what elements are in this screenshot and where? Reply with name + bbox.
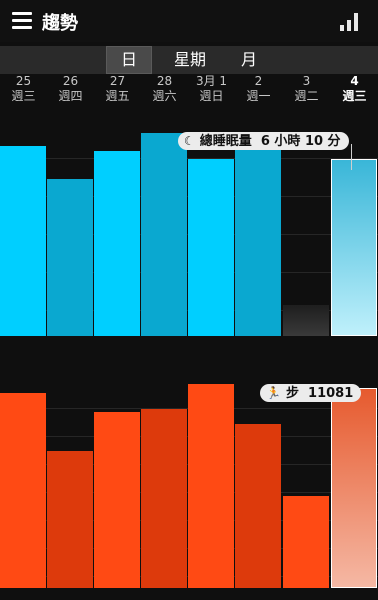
day-weekday: 週一 bbox=[246, 89, 271, 103]
tab-month[interactable]: 月 bbox=[226, 46, 272, 74]
day-date: 27 bbox=[109, 74, 126, 88]
steps-bar[interactable] bbox=[283, 496, 329, 588]
day-date: 2 bbox=[254, 74, 263, 88]
sleep-bar[interactable] bbox=[47, 179, 93, 336]
day-date: 28 bbox=[156, 74, 173, 88]
top-bar: 趨勢 bbox=[0, 0, 378, 42]
steps-bar[interactable] bbox=[331, 388, 377, 588]
menu-icon[interactable] bbox=[12, 12, 32, 29]
day-column[interactable]: 2 週一 bbox=[235, 74, 282, 104]
tab-week[interactable]: 星期 bbox=[155, 46, 225, 74]
day-weekday: 週六 bbox=[152, 89, 177, 103]
sleep-bar[interactable] bbox=[0, 146, 46, 336]
steps-bar[interactable] bbox=[0, 393, 46, 588]
steps-chart: 🏃 步 11081 bbox=[0, 378, 378, 588]
day-column[interactable]: 25 週三 bbox=[0, 74, 47, 104]
runner-icon: 🏃 bbox=[266, 386, 281, 400]
day-weekday: 週日 bbox=[199, 89, 224, 103]
day-column[interactable]: 4 週三 bbox=[331, 74, 378, 104]
day-date: 26 bbox=[62, 74, 79, 88]
sleep-bar[interactable] bbox=[235, 138, 281, 336]
day-column[interactable]: 27 週五 bbox=[94, 74, 141, 104]
tab-day[interactable]: 日 bbox=[106, 46, 152, 74]
sleep-pointer-line bbox=[351, 144, 352, 170]
sleep-bar[interactable] bbox=[188, 159, 234, 336]
sleep-chart: ☾ 總睡眠量 6 小時 10 分 bbox=[0, 118, 378, 336]
day-date: 3月 1 bbox=[195, 74, 228, 88]
day-weekday: 週五 bbox=[105, 89, 130, 103]
page-title: 趨勢 bbox=[42, 13, 78, 34]
day-date: 3 bbox=[302, 74, 311, 88]
day-weekday: 週二 bbox=[294, 89, 319, 103]
sleep-bar[interactable] bbox=[94, 151, 140, 336]
day-column[interactable]: 28 週六 bbox=[141, 74, 188, 104]
day-weekday: 週四 bbox=[58, 89, 83, 103]
bar-chart-icon[interactable] bbox=[340, 13, 358, 31]
day-column[interactable]: 3 週二 bbox=[283, 74, 330, 104]
sleep-value: 6 小時 10 分 bbox=[260, 134, 341, 149]
steps-bar[interactable] bbox=[94, 412, 140, 588]
day-date: 25 bbox=[15, 74, 32, 88]
day-column[interactable]: 3月 1 週日 bbox=[188, 74, 235, 104]
day-weekday: 週三 bbox=[342, 89, 367, 103]
moon-icon: ☾ bbox=[184, 134, 195, 148]
day-selector: 25 週三 26 週四 27 週五 28 週六 3月 1 週日 2 週一 3 週二 4 週三 bbox=[0, 74, 378, 108]
period-tabs: 日 星期 月 bbox=[0, 46, 378, 74]
sleep-bar[interactable] bbox=[331, 159, 377, 336]
sleep-label: 總睡眠量 bbox=[199, 134, 252, 149]
day-column[interactable]: 26 週四 bbox=[47, 74, 94, 104]
steps-bar[interactable] bbox=[235, 424, 281, 588]
steps-bar[interactable] bbox=[188, 384, 234, 588]
sleep-total-bubble: ☾ 總睡眠量 6 小時 10 分 bbox=[178, 132, 349, 150]
sleep-bar[interactable] bbox=[283, 305, 329, 336]
day-weekday: 週三 bbox=[11, 89, 36, 103]
steps-total-bubble: 🏃 步 11081 bbox=[260, 384, 362, 402]
steps-bar[interactable] bbox=[47, 451, 93, 588]
steps-value: 11081 bbox=[308, 386, 354, 401]
steps-bar[interactable] bbox=[141, 409, 187, 588]
steps-label: 步 bbox=[285, 386, 299, 401]
sleep-bar[interactable] bbox=[141, 133, 187, 336]
day-date: 4 bbox=[350, 74, 359, 88]
